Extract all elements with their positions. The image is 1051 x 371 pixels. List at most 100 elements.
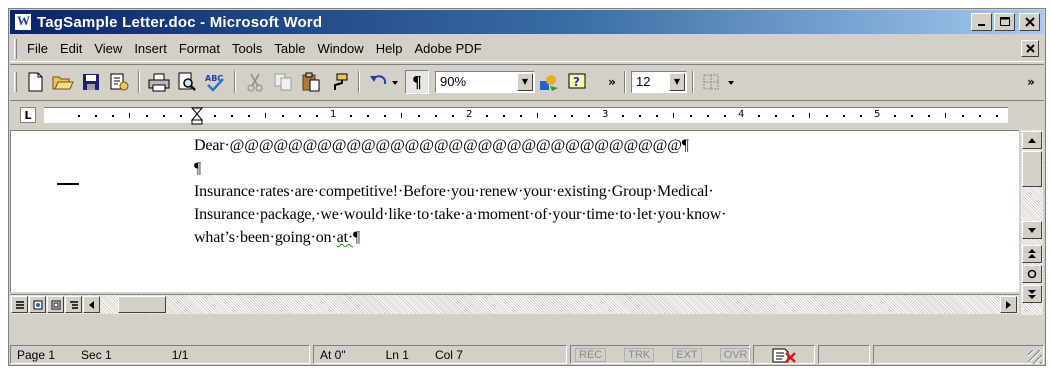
toolbar-grip[interactable] (14, 71, 17, 92)
doc-line-paragraph-2: Insurance·package,·we·would·like·to·take… (194, 206, 727, 223)
help-button[interactable]: ? (565, 70, 589, 94)
outline-view-icon (69, 300, 78, 309)
chevron-down-icon[interactable]: ▼ (517, 72, 533, 91)
ruler-half-inch-tick (401, 113, 402, 118)
mode-trk[interactable]: TRK (624, 347, 655, 362)
borders-icon (703, 74, 734, 89)
toolbar-separator (234, 70, 236, 93)
close-icon (1025, 44, 1035, 53)
arrow-right-icon (1006, 300, 1011, 309)
title-bar[interactable]: TagSample Letter.doc - Microsoft Word (10, 10, 1044, 34)
word-document-icon[interactable] (14, 13, 32, 31)
open-button[interactable] (51, 70, 75, 94)
maximize-button[interactable] (994, 13, 1015, 31)
menubar-grip[interactable] (14, 38, 17, 59)
ruler-dot (826, 115, 828, 117)
arrow-down-icon (1028, 227, 1036, 233)
save-button[interactable] (79, 70, 103, 94)
menu-view[interactable]: View (88, 39, 128, 58)
cut-button[interactable] (243, 70, 267, 94)
ruler-dot (639, 115, 641, 117)
horizontal-scrollbar[interactable] (10, 294, 1019, 314)
zoom-select[interactable]: 90% ▼ (435, 70, 535, 93)
ruler-dot (520, 115, 522, 117)
ruler-dot (112, 115, 114, 117)
show-hide-icon: ¶ (412, 71, 422, 91)
ruler-dot (656, 115, 658, 117)
normal-view-button[interactable] (11, 296, 28, 313)
spelling-button[interactable]: ABC (203, 70, 227, 94)
undo-button[interactable] (367, 70, 401, 94)
toolbar-overflow-button-2[interactable]: » (1024, 75, 1038, 89)
paste-button[interactable] (299, 70, 323, 94)
menu-adobe-pdf[interactable]: Adobe PDF (408, 39, 487, 58)
menu-edit[interactable]: Edit (54, 39, 88, 58)
resize-grip[interactable] (1028, 350, 1042, 364)
close-button[interactable] (1019, 13, 1040, 31)
horizontal-ruler[interactable]: 1 2 3 4 5 (44, 107, 1008, 125)
menu-help[interactable]: Help (370, 39, 409, 58)
chevron-down-icon[interactable]: ▼ (669, 72, 685, 91)
web-layout-icon (33, 300, 42, 309)
minimize-button[interactable] (971, 13, 992, 31)
grammar-error-mark[interactable]: at· (337, 229, 354, 246)
scroll-right-button[interactable] (1000, 296, 1017, 313)
show-hide-button[interactable]: ¶ (405, 69, 429, 94)
print-layout-view-button[interactable] (47, 296, 64, 313)
menu-insert[interactable]: Insert (128, 39, 173, 58)
horizontal-scroll-thumb[interactable] (118, 296, 166, 313)
format-painter-button[interactable] (327, 70, 351, 94)
menu-format[interactable]: Format (173, 39, 226, 58)
vertical-scrollbar[interactable] (1021, 130, 1043, 315)
indent-marker-icon[interactable] (191, 107, 203, 125)
menu-window[interactable]: Window (311, 39, 369, 58)
ruler-dot (282, 115, 284, 117)
borders-button[interactable] (701, 70, 741, 94)
toolbar-overflow-button[interactable]: » (605, 75, 619, 89)
ruler-number: 4 (738, 109, 745, 120)
ruler-bar: L 1 2 3 4 5 (10, 100, 1044, 128)
ruler-dot (792, 115, 794, 117)
document-area[interactable]: Dear·@@@@@@@@@@@@@@@@@@@@@@@@@@@@@@@¶ ¶ … (10, 130, 1019, 292)
menu-table[interactable]: Table (268, 39, 311, 58)
mode-ovr[interactable]: OVR (719, 347, 752, 362)
menu-tools[interactable]: Tools (226, 39, 268, 58)
document-close-button[interactable] (1021, 40, 1039, 57)
spelling-status-panel[interactable] (753, 345, 815, 364)
print-button[interactable] (147, 70, 171, 94)
vertical-scroll-thumb[interactable] (1022, 151, 1042, 187)
maximize-icon (999, 17, 1010, 26)
doc-line-salutation: Dear·@@@@@@@@@@@@@@@@@@@@@@@@@@@@@@@¶ (194, 137, 689, 154)
scroll-left-button[interactable] (83, 296, 100, 313)
new-document-button[interactable] (23, 70, 47, 94)
scroll-up-button[interactable] (1022, 131, 1042, 149)
print-preview-button[interactable] (175, 70, 199, 94)
ruler-number: 3 (602, 109, 609, 120)
status-cursor-panel[interactable]: At 0" Ln 1 Col 7 (313, 345, 567, 364)
tab-selector[interactable]: L (20, 107, 36, 123)
ruler-dot (231, 115, 233, 117)
next-page-button[interactable] (1022, 285, 1042, 303)
previous-page-button[interactable] (1022, 245, 1042, 263)
ruler-dot (350, 115, 352, 117)
status-position-panel[interactable]: Page 1 Sec 1 1/1 (10, 345, 310, 364)
scroll-down-button[interactable] (1022, 221, 1042, 239)
document-text[interactable]: Dear·@@@@@@@@@@@@@@@@@@@@@@@@@@@@@@@¶ ¶ … (194, 134, 954, 249)
paragraph-mark: ¶ (353, 229, 361, 246)
drawing-button[interactable] (537, 70, 561, 94)
mode-ext[interactable]: EXT (672, 347, 702, 362)
arrow-up-icon (1028, 137, 1036, 143)
web-layout-view-button[interactable] (29, 296, 46, 313)
window-title: TagSample Letter.doc - Microsoft Word (37, 13, 323, 31)
print-icon (148, 73, 170, 91)
ruler-dot (384, 115, 386, 117)
outline-view-button[interactable] (65, 296, 82, 313)
help-icon: ? (568, 73, 586, 89)
permissions-button[interactable] (107, 70, 131, 94)
menu-file[interactable]: File (21, 39, 54, 58)
mode-rec[interactable]: REC (575, 347, 607, 362)
font-size-select[interactable]: 12 ▼ (631, 70, 687, 93)
copy-button[interactable] (271, 70, 295, 94)
ruler-dot (435, 115, 437, 117)
select-browse-object-button[interactable] (1022, 265, 1042, 283)
